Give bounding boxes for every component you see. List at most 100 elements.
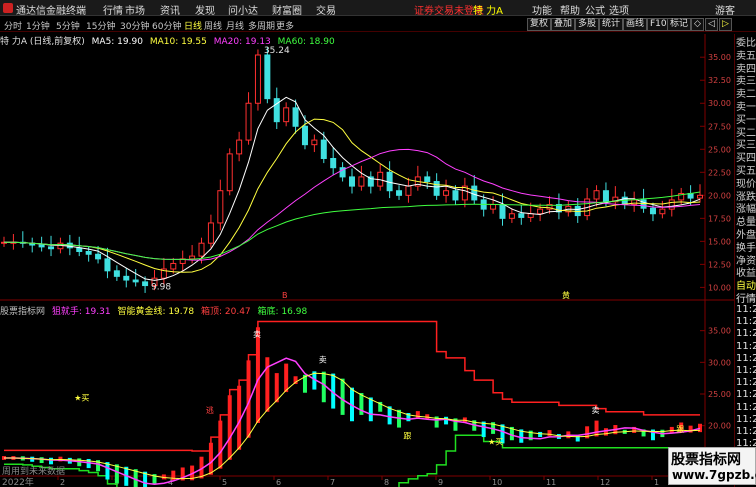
kline-chart[interactable]: 35.00 32.50 30.00 27.50 25.00 22.50 20.00 17.50… — [0, 0, 756, 487]
side-item-31: 11:26 — [736, 426, 756, 437]
candle-body — [424, 176, 431, 183]
candle-body — [443, 190, 450, 196]
candle-body — [142, 281, 149, 287]
indicator-box-bottom: 箱底: 16.98 — [257, 307, 308, 317]
x-tick-label: 2 — [60, 478, 65, 487]
quote-side-panel: 委比 卖五 卖四 卖三 卖二 卖一 买一 买二 买三 买四 买五 现价 涨跌 涨幅 总量 外盘 换手 净资 收益 自动… — [734, 34, 756, 487]
x-tick-label: 1 — [654, 478, 659, 487]
main-y-label: 17.50 — [708, 214, 731, 223]
candle-body — [132, 279, 139, 283]
sub-chart-header: 股票指标网 狙就手: 19.31 智能黄金线: 19.78 箱顶: 20.47 … — [0, 304, 311, 317]
sub-y-label: 35.00 — [708, 327, 731, 336]
candle-body — [433, 181, 440, 196]
sub-y-label: 25.00 — [708, 390, 731, 399]
x-tick-label: 6 — [276, 478, 281, 487]
main-y-label: 15.00 — [708, 237, 731, 246]
x-tick-label: 7 — [330, 478, 335, 487]
candle-body — [631, 199, 638, 206]
indicator-line1: 狙就手: 19.31 — [51, 307, 111, 317]
candle-body — [95, 253, 102, 260]
x-tick-label: 5 — [222, 478, 227, 487]
candle-body — [245, 102, 252, 141]
side-item-30: 11:26 — [736, 413, 756, 425]
main-y-label: 32.50 — [708, 76, 731, 85]
low-price-label: 9.98 — [151, 283, 171, 293]
sub-y-label: 30.00 — [708, 358, 731, 367]
candle-body — [189, 255, 196, 260]
candle-body — [217, 190, 224, 224]
signal-label: 逃 — [206, 405, 214, 415]
watermark-title: 股票指标网 — [671, 452, 741, 468]
signal-label: 卖 — [319, 355, 327, 364]
signal-label: 跟 — [676, 425, 684, 434]
candle-body — [170, 262, 177, 270]
candle-body — [123, 275, 130, 281]
x-tick-label: 10 — [492, 478, 502, 487]
main-chart-header: 特 力A (日线,前复权) MA5: 19.90 MA10: 19.55 MA2… — [0, 34, 339, 47]
main-y-label: 35.00 — [708, 53, 731, 62]
candle-body — [602, 190, 609, 203]
side-item-21: 11:26 — [736, 304, 756, 315]
candle-body — [283, 107, 290, 123]
year-label: 2022年 — [2, 478, 34, 487]
candle-body — [254, 54, 261, 104]
signal-label: 卖 — [253, 330, 261, 339]
candle-body — [113, 270, 120, 277]
side-item-26: 11:26 — [736, 365, 756, 376]
candle-body — [349, 176, 355, 187]
candle-body — [207, 222, 214, 244]
main-y-label: 10.00 — [708, 283, 731, 292]
ma5-label: MA5: 19.90 — [91, 37, 143, 47]
stock-title: 特 力A (日线,前复权) — [0, 37, 85, 47]
high-price-label: 35.24 — [264, 46, 290, 56]
candle-body — [48, 246, 55, 250]
side-item-23: 11:26 — [736, 328, 756, 340]
candle-body — [527, 213, 534, 218]
candle-body — [452, 190, 459, 201]
side-item-22: 11:26 — [736, 316, 756, 328]
candle-body — [320, 139, 327, 159]
side-item-28: 11:26 — [736, 389, 756, 401]
side-item-25: 11:26 — [736, 352, 756, 364]
candle-body — [471, 185, 478, 201]
candle-body — [697, 194, 703, 199]
side-item-27: 11:26 — [736, 377, 756, 389]
watermark-url: www.7gpzb.com — [672, 468, 756, 482]
candle-body — [405, 185, 412, 196]
side-item-29: 11:26 — [736, 401, 756, 413]
signal-label: 卖 — [592, 406, 600, 415]
side-item-24: 11:26 — [736, 340, 756, 352]
candle-body — [292, 107, 299, 127]
indicator-box-top: 箱顶: 20.47 — [200, 307, 251, 317]
candle-body — [301, 125, 308, 146]
ma20-label: MA20: 19.13 — [213, 37, 271, 47]
signal-marker-yellow: 黄 — [562, 290, 570, 300]
signal-label: ★买 — [74, 393, 89, 402]
main-y-label: 12.50 — [708, 260, 731, 269]
candle-body — [499, 204, 506, 219]
x-tick-label: 8 — [384, 478, 389, 487]
candle-body — [649, 207, 656, 215]
signal-label: 跟 — [403, 431, 411, 440]
candle-body — [358, 176, 365, 187]
candle-body — [659, 208, 666, 215]
sub-y-label: 20.00 — [708, 422, 731, 431]
candle-body — [518, 213, 525, 218]
candle-body — [236, 139, 243, 155]
candle-body — [311, 139, 318, 146]
candle-body — [264, 54, 271, 100]
x-tick-label: 11 — [546, 478, 556, 487]
signal-marker-b: B — [282, 291, 288, 300]
candle-body — [593, 190, 600, 200]
side-item-20: 行情 — [736, 294, 756, 305]
main-y-label: 27.50 — [708, 122, 731, 131]
candle-body — [537, 208, 544, 215]
candle-body — [330, 157, 337, 169]
candle-body — [198, 242, 205, 257]
candle-body — [490, 204, 497, 210]
ma10-label: MA10: 19.55 — [149, 37, 207, 47]
x-tick-label: 9 — [438, 478, 443, 487]
candle-body — [38, 244, 45, 248]
indicator-line2: 智能黄金线: 19.78 — [117, 307, 195, 317]
signal-label: ★买 — [488, 438, 503, 447]
